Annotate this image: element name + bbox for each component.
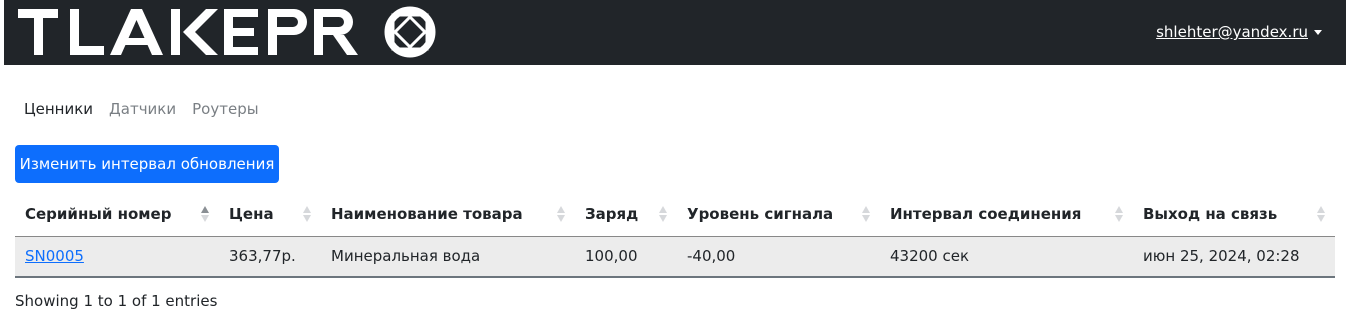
tab-price-tags[interactable]: Ценники bbox=[24, 100, 93, 118]
column-header-serial[interactable]: Серийный номер bbox=[15, 192, 219, 237]
column-header-label: Интервал соединения bbox=[890, 204, 1082, 223]
table-info-text: Showing 1 to 1 of 1 entries bbox=[15, 292, 218, 310]
cell-serial: SN0005 bbox=[15, 236, 219, 278]
sort-asc-icon[interactable] bbox=[201, 205, 209, 223]
change-update-interval-button[interactable]: Изменить интервал обновления bbox=[15, 145, 279, 183]
column-header-label: Выход на связь bbox=[1143, 204, 1278, 223]
column-header-connection-interval[interactable]: Интервал соединения bbox=[880, 192, 1133, 237]
column-header-price[interactable]: Цена bbox=[219, 192, 321, 237]
column-header-last-seen[interactable]: Выход на связь bbox=[1133, 192, 1335, 237]
chevron-down-icon bbox=[1314, 30, 1322, 35]
sort-icon[interactable] bbox=[1115, 205, 1123, 223]
user-menu-dropdown[interactable]: shlehter@yandex.ru bbox=[1156, 23, 1322, 41]
tab-routers[interactable]: Роутеры bbox=[192, 100, 258, 118]
sort-icon[interactable] bbox=[303, 205, 311, 223]
price-tags-table: Серийный номер Цена Наименование товара … bbox=[15, 192, 1335, 278]
price-tags-table-container: Серийный номер Цена Наименование товара … bbox=[15, 192, 1335, 278]
cell-signal-level: -40,00 bbox=[677, 236, 880, 278]
serial-link[interactable]: SN0005 bbox=[25, 247, 84, 265]
column-header-label: Уровень сигнала bbox=[687, 204, 834, 223]
cell-connection-interval: 43200 сек bbox=[880, 236, 1133, 278]
cell-charge: 100,00 bbox=[575, 236, 677, 278]
column-header-signal-level[interactable]: Уровень сигнала bbox=[677, 192, 880, 237]
sort-icon[interactable] bbox=[1317, 205, 1325, 223]
column-header-label: Серийный номер bbox=[25, 204, 172, 223]
user-email-link[interactable]: shlehter@yandex.ru bbox=[1156, 23, 1308, 41]
table-row: SN0005 363,77р. Минеральная вода 100,00 … bbox=[15, 236, 1335, 278]
section-tabs: Ценники Датчики Роутеры bbox=[24, 100, 259, 118]
column-header-label: Цена bbox=[229, 204, 274, 223]
tlakepro-logo[interactable] bbox=[18, 5, 442, 60]
top-navbar: shlehter@yandex.ru bbox=[4, 0, 1346, 65]
sort-icon[interactable] bbox=[557, 205, 565, 223]
tab-sensors[interactable]: Датчики bbox=[109, 100, 176, 118]
cell-product-name: Минеральная вода bbox=[321, 236, 575, 278]
column-header-label: Заряд bbox=[585, 204, 639, 223]
sort-icon[interactable] bbox=[862, 205, 870, 223]
column-header-charge[interactable]: Заряд bbox=[575, 192, 677, 237]
cell-price: 363,77р. bbox=[219, 236, 321, 278]
column-header-product-name[interactable]: Наименование товара bbox=[321, 192, 575, 237]
cell-last-seen: июн 25, 2024, 02:28 bbox=[1133, 236, 1335, 278]
sort-icon[interactable] bbox=[659, 205, 667, 223]
column-header-label: Наименование товара bbox=[331, 204, 523, 223]
table-header-row: Серийный номер Цена Наименование товара … bbox=[15, 192, 1335, 237]
